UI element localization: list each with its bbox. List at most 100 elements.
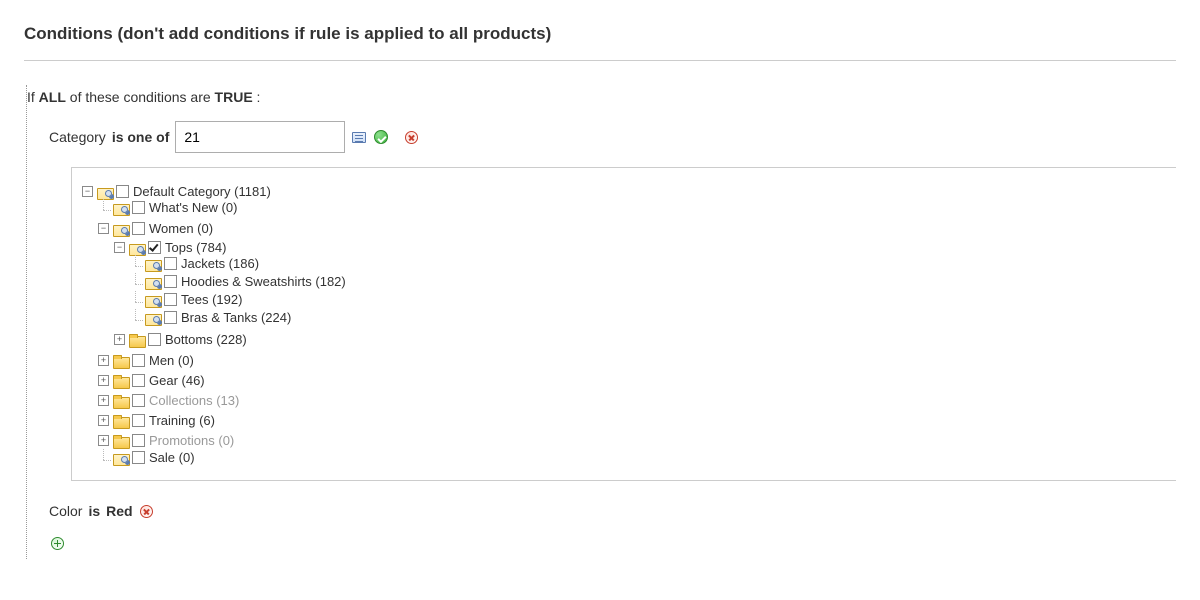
aggregator-link[interactable]: ALL bbox=[39, 89, 66, 105]
expand-icon[interactable]: + bbox=[98, 395, 109, 406]
folder-icon bbox=[113, 202, 128, 214]
tree-node-label[interactable]: Bottoms (228) bbox=[165, 332, 247, 347]
folder-icon bbox=[145, 258, 160, 270]
tree-elbow-icon bbox=[98, 202, 109, 213]
tree-node-label[interactable]: Jackets (186) bbox=[181, 256, 259, 271]
condition-value-input[interactable] bbox=[175, 121, 345, 153]
aggregator-value-link[interactable]: TRUE bbox=[215, 89, 253, 105]
remove-circle-icon bbox=[405, 131, 418, 144]
category-tree: − Default Category (1181)What's New (0) − W… bbox=[82, 180, 1166, 468]
tree-checkbox[interactable] bbox=[148, 241, 161, 254]
tree-node: + Collections (13) bbox=[98, 389, 1166, 409]
section-title: Conditions (don't add conditions if rule… bbox=[24, 24, 1176, 61]
tree-elbow-icon bbox=[130, 276, 141, 287]
remove-condition-button[interactable] bbox=[139, 503, 155, 519]
tree-checkbox[interactable] bbox=[132, 451, 145, 464]
tree-checkbox[interactable] bbox=[132, 414, 145, 427]
tree-checkbox[interactable] bbox=[116, 185, 129, 198]
tree-elbow-icon bbox=[98, 452, 109, 463]
tree-node-label[interactable]: Training (6) bbox=[149, 413, 215, 428]
tree-node-label[interactable]: Men (0) bbox=[149, 353, 194, 368]
folder-icon bbox=[145, 312, 160, 324]
add-condition-row bbox=[27, 529, 1176, 559]
tree-node-label[interactable]: Hoodies & Sweatshirts (182) bbox=[181, 274, 346, 289]
collapse-icon[interactable]: − bbox=[114, 242, 125, 253]
tree-checkbox[interactable] bbox=[132, 354, 145, 367]
sentence-prefix: If bbox=[27, 89, 39, 105]
tree-checkbox[interactable] bbox=[164, 293, 177, 306]
tree-node: + Men (0) bbox=[98, 349, 1166, 369]
tree-checkbox[interactable] bbox=[132, 434, 145, 447]
tree-node: Bras & Tanks (224) bbox=[130, 309, 1166, 327]
expand-icon[interactable]: + bbox=[98, 415, 109, 426]
tree-node-label[interactable]: Collections (13) bbox=[149, 393, 239, 408]
tree-node-label[interactable]: Promotions (0) bbox=[149, 433, 234, 448]
tree-node-label[interactable]: What's New (0) bbox=[149, 200, 237, 215]
folder-icon bbox=[129, 242, 144, 254]
sentence-suffix: : bbox=[253, 89, 261, 105]
tree-node: − Default Category (1181)What's New (0) − W… bbox=[82, 180, 1166, 468]
tree-node-label[interactable]: Default Category (1181) bbox=[133, 184, 271, 199]
tree-checkbox[interactable] bbox=[164, 311, 177, 324]
tree-node-label[interactable]: Women (0) bbox=[149, 221, 213, 236]
tree-checkbox[interactable] bbox=[164, 257, 177, 270]
folder-icon bbox=[145, 276, 160, 288]
folder-icon bbox=[145, 294, 160, 306]
expand-icon[interactable]: + bbox=[114, 334, 125, 345]
folder-icon bbox=[113, 355, 128, 367]
condition-value[interactable]: Red bbox=[106, 503, 132, 519]
tree-node-label[interactable]: Bras & Tanks (224) bbox=[181, 310, 291, 325]
tree-elbow-icon bbox=[130, 258, 141, 269]
folder-icon bbox=[129, 334, 144, 346]
tree-checkbox[interactable] bbox=[132, 374, 145, 387]
tree-checkbox[interactable] bbox=[132, 222, 145, 235]
folder-icon bbox=[113, 435, 128, 447]
category-tree-panel: − Default Category (1181)What's New (0) − W… bbox=[71, 167, 1176, 481]
condition-operator[interactable]: is bbox=[88, 503, 100, 519]
add-circle-icon bbox=[51, 537, 64, 550]
open-chooser-button[interactable] bbox=[351, 129, 367, 145]
folder-icon bbox=[97, 186, 112, 198]
tree-node: Sale (0) bbox=[98, 449, 1166, 467]
tree-checkbox[interactable] bbox=[132, 394, 145, 407]
remove-condition-button[interactable] bbox=[403, 129, 419, 145]
tree-node: Tees (192) bbox=[130, 291, 1166, 309]
conditions-container: If ALL of these conditions are TRUE : Ca… bbox=[26, 85, 1176, 559]
condition-row-category: Category is one of bbox=[27, 119, 1176, 167]
tree-checkbox[interactable] bbox=[148, 333, 161, 346]
tree-elbow-icon bbox=[130, 312, 141, 323]
tree-node: + Training (6) bbox=[98, 409, 1166, 429]
check-circle-icon bbox=[374, 130, 388, 144]
folder-icon bbox=[113, 452, 128, 464]
condition-attribute[interactable]: Color bbox=[49, 503, 82, 519]
tree-node: + Promotions (0) bbox=[98, 429, 1166, 449]
remove-circle-icon bbox=[140, 505, 153, 518]
tree-elbow-icon bbox=[130, 294, 141, 305]
tree-node: What's New (0) bbox=[98, 199, 1166, 217]
tree-node: − Tops (784)Jackets (186) Hoodies & Sweats… bbox=[114, 236, 1166, 328]
collapse-icon[interactable]: − bbox=[82, 186, 93, 197]
expand-icon[interactable]: + bbox=[98, 435, 109, 446]
condition-row-color: Color is Red bbox=[27, 501, 1176, 529]
tree-node-label[interactable]: Gear (46) bbox=[149, 373, 205, 388]
tree-node: + Gear (46) bbox=[98, 369, 1166, 389]
folder-icon bbox=[113, 223, 128, 235]
tree-node: Jackets (186) bbox=[130, 255, 1166, 273]
tree-node: Hoodies & Sweatshirts (182) bbox=[130, 273, 1166, 291]
condition-attribute[interactable]: Category bbox=[49, 129, 106, 145]
expand-icon[interactable]: + bbox=[98, 375, 109, 386]
chooser-icon bbox=[352, 132, 366, 143]
tree-node-label[interactable]: Sale (0) bbox=[149, 450, 195, 465]
collapse-icon[interactable]: − bbox=[98, 223, 109, 234]
tree-node-label[interactable]: Tops (784) bbox=[165, 240, 226, 255]
folder-icon bbox=[113, 395, 128, 407]
apply-button[interactable] bbox=[373, 129, 389, 145]
tree-node-label[interactable]: Tees (192) bbox=[181, 292, 242, 307]
condition-operator[interactable]: is one of bbox=[112, 129, 170, 145]
tree-checkbox[interactable] bbox=[132, 201, 145, 214]
expand-icon[interactable]: + bbox=[98, 355, 109, 366]
add-condition-button[interactable] bbox=[49, 535, 65, 551]
tree-checkbox[interactable] bbox=[164, 275, 177, 288]
folder-icon bbox=[113, 375, 128, 387]
aggregator-sentence: If ALL of these conditions are TRUE : bbox=[27, 85, 1176, 119]
